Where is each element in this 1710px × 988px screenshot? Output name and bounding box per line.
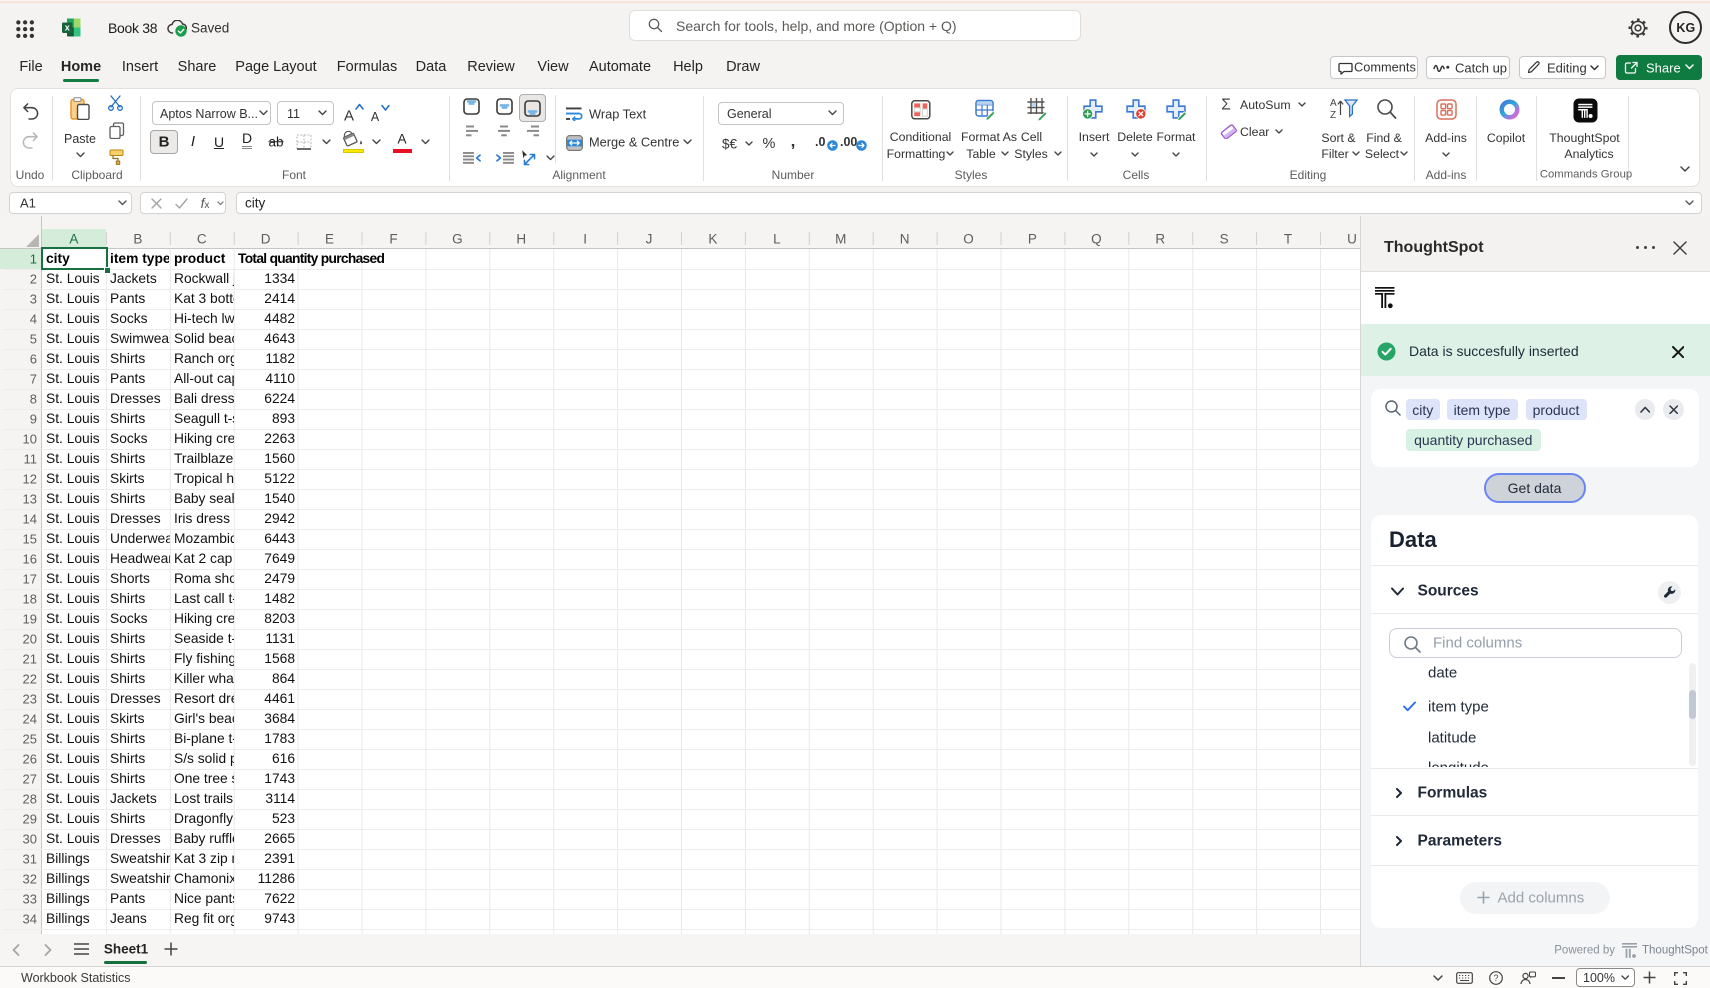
svg-text:?: ? [1493, 973, 1498, 983]
